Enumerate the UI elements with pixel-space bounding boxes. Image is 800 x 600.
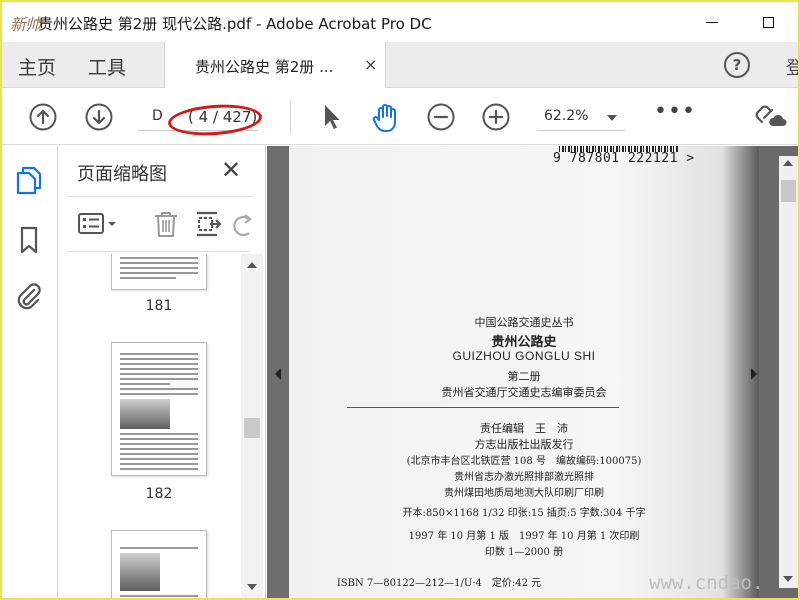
watermark: www.cndao.com [649, 572, 759, 594]
zoom-value: 62.2% [544, 108, 589, 124]
typesetting: 贵州省志办激光照排部激光照排 [454, 472, 594, 483]
editor: 责任编辑 王 沛 [480, 422, 568, 435]
printer: 贵州煤田地质局地测大队印刷厂印刷 [444, 488, 604, 499]
scroll-up-icon[interactable] [783, 160, 793, 166]
toolbar-divider [290, 101, 291, 133]
more-tools-button[interactable]: ••• [654, 99, 696, 124]
rotate-page-icon[interactable] [231, 209, 255, 239]
chevron-down-icon [607, 115, 617, 121]
up-arrow-circle-icon[interactable] [28, 102, 58, 132]
volume: 第二册 [507, 370, 541, 383]
collapse-left-panel-icon[interactable] [275, 368, 281, 380]
help-icon[interactable]: ? [724, 52, 750, 78]
arrow-cursor-icon[interactable] [320, 102, 344, 132]
maximize-icon [762, 16, 774, 28]
tab-tools[interactable]: 工具 [88, 53, 126, 80]
title-bar: 新帅 贵州公路史 第2册 现代公路.pdf - Adobe Acrobat Pr… [2, 2, 798, 42]
extract-pages-icon[interactable] [193, 209, 223, 239]
hand-icon[interactable] [370, 102, 402, 134]
acrobat-window: 新帅 贵州公路史 第2册 现代公路.pdf - Adobe Acrobat Pr… [2, 2, 798, 598]
book-title: 贵州公路史 [491, 335, 557, 350]
bookmark-icon[interactable] [14, 224, 44, 256]
scroll-down-icon[interactable] [247, 584, 257, 590]
sign-in-button[interactable]: 登 [786, 54, 798, 80]
format-spec: 开本:850×1168 1/32 印张:15 插页:5 字数:304 千字 [402, 508, 646, 519]
page-thumbnails-icon[interactable] [14, 164, 44, 196]
page-thumbnail[interactable] [111, 530, 207, 598]
delete-page-icon[interactable] [151, 209, 181, 239]
minus-circle-icon[interactable] [426, 102, 456, 132]
page-thumbnail[interactable] [111, 254, 207, 290]
thumbnail-page-number: 181 [145, 298, 173, 314]
plus-circle-icon[interactable] [481, 102, 511, 132]
thumbnail-page-number: 182 [145, 486, 173, 502]
down-arrow-circle-icon[interactable] [84, 102, 114, 132]
document-tab-label: 贵州公路史 第2册 ... [195, 58, 334, 76]
edition: 1997 年 10 月第 1 版 1997 年 10 月第 1 次印刷 [408, 531, 640, 542]
thumbnail-list: 181 182 [59, 254, 241, 598]
committee: 贵州省交通厅交通史志编审委员会 [441, 386, 607, 399]
document-scroll-thumb[interactable] [781, 180, 796, 202]
main-toolbar: D ( 4 / 427) 62.2% ••• [2, 89, 798, 145]
panel-title: 页面缩略图 [77, 164, 167, 185]
divider-line [347, 407, 619, 408]
document-scrollbar[interactable] [751, 146, 798, 598]
publisher-address: (北京市丰台区北铁匠营 108 号 编故编码:100075) [406, 456, 642, 467]
app-logo: 新帅 [10, 15, 41, 34]
minimize-icon [706, 21, 718, 23]
minimize-button[interactable] [692, 8, 732, 36]
close-panel-icon[interactable]: ✕ [221, 156, 241, 184]
scroll-down-icon[interactable] [783, 576, 793, 582]
link-cloud-icon[interactable] [754, 102, 788, 134]
page-number-input[interactable]: D [152, 108, 163, 124]
panel-toolbar [67, 196, 252, 252]
pdf-page: 9 787801 222121 > 中国公路交通史丛书 贵州公路史 GUIZHO… [289, 146, 759, 598]
scrollbar-track[interactable] [779, 156, 798, 588]
maximize-button[interactable] [748, 8, 788, 36]
zoom-dropdown[interactable]: 62.2% [537, 103, 625, 131]
page-thumbnails-panel: 页面缩略图 ✕ 181 182 [59, 146, 266, 598]
tab-home[interactable]: 主页 [18, 53, 56, 80]
window-title: 贵州公路史 第2册 现代公路.pdf - Adobe Acrobat Pro D… [38, 15, 432, 33]
tab-document[interactable]: 贵州公路史 第2册 ... × [164, 42, 386, 88]
thumbnail-scrollbar[interactable] [241, 254, 263, 598]
collapse-right-panel-icon[interactable] [751, 368, 757, 380]
isbn: ISBN 7—80122—212—1/U·4 定价:42 元 [336, 578, 542, 589]
page-thumbnail[interactable] [111, 342, 207, 476]
thumbnail-scroll-thumb[interactable] [244, 418, 260, 438]
left-icon-rail [2, 146, 58, 598]
print-run: 印数 1—2000 册 [484, 547, 564, 558]
close-tab-icon[interactable]: × [364, 55, 377, 74]
document-view[interactable]: 9 787801 222121 > 中国公路交通史丛书 贵州公路史 GUIZHO… [267, 146, 798, 598]
tab-strip: 主页 工具 贵州公路史 第2册 ... × ? 登 [2, 42, 798, 88]
scroll-up-icon[interactable] [247, 262, 257, 268]
barcode-number: 9 787801 222121 > [553, 151, 695, 166]
attachment-icon[interactable] [14, 280, 44, 312]
series-name: 中国公路交通史丛书 [474, 316, 574, 329]
thumbnail-options-icon[interactable] [77, 209, 121, 239]
publisher: 方志出版社出版发行 [474, 438, 574, 451]
book-title-pinyin: GUIZHOU GONGLU SHI [452, 349, 596, 363]
